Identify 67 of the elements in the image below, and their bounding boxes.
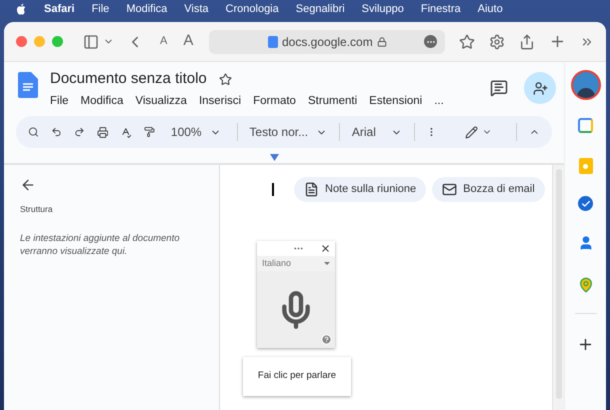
print-icon[interactable]	[96, 124, 108, 140]
menu-item[interactable]: ...	[434, 92, 444, 110]
style-dropdown[interactable]: Testo nor...	[249, 123, 328, 141]
redo-icon[interactable]	[74, 125, 85, 139]
bookmark-star-icon[interactable]	[459, 34, 475, 50]
menu-item[interactable]: Sviluppo	[362, 0, 404, 18]
search-icon[interactable]	[28, 125, 39, 139]
font-dropdown[interactable]: Arial	[352, 123, 402, 141]
text-larger-button[interactable]: A	[183, 30, 194, 53]
calendar-icon[interactable]	[578, 118, 593, 133]
menu-item[interactable]: Inserisci	[198, 92, 242, 110]
maps-icon[interactable]	[578, 277, 594, 293]
app-menu[interactable]: Safari	[44, 0, 75, 18]
lock-icon	[376, 36, 387, 46]
settings-icon[interactable]	[489, 34, 505, 50]
menu-item[interactable]: Modifica	[126, 0, 168, 18]
add-person-icon	[532, 80, 548, 96]
contacts-icon[interactable]	[578, 235, 594, 251]
menu-item[interactable]: Aiuto	[478, 0, 503, 18]
apple-logo-icon[interactable]	[16, 3, 27, 15]
sidebar-icon[interactable]	[83, 34, 99, 50]
microphone-button[interactable]	[257, 271, 335, 348]
zoom-dropdown[interactable]: 100%	[166, 123, 225, 141]
document-icon	[304, 182, 319, 197]
outline-empty-text: Le intestazioni aggiunte al documento verranno visualizzate qui.	[20, 232, 181, 258]
avatar-icon[interactable]	[570, 70, 600, 100]
menu-item[interactable]: Modifica	[80, 92, 124, 110]
menu-item[interactable]: Finestra	[420, 0, 461, 18]
menu-item[interactable]: Visualizza	[135, 92, 187, 110]
menu-item[interactable]: Estensioni	[369, 92, 422, 110]
share-button[interactable]	[524, 72, 556, 104]
document-title[interactable]: Documento senza titolo	[50, 68, 207, 90]
tasks-icon[interactable]	[578, 196, 593, 211]
editing-mode-button[interactable]	[465, 126, 492, 138]
back-arrow-icon[interactable]	[20, 177, 36, 193]
text-cursor	[272, 183, 274, 196]
language-dropdown[interactable]: Italiano	[257, 256, 335, 271]
add-icon[interactable]	[577, 336, 594, 353]
close-icon[interactable]	[320, 243, 331, 254]
undo-icon[interactable]	[50, 125, 62, 139]
menu-item[interactable]: File	[92, 0, 110, 18]
template-chip[interactable]: Bozza di email	[432, 177, 545, 202]
new-tab-icon[interactable]	[549, 33, 566, 50]
paint-format-icon[interactable]	[144, 125, 155, 139]
template-chip[interactable]: Note sulla riunione	[294, 177, 426, 202]
address-bar[interactable]: docs.google.com	[209, 30, 446, 54]
mail-icon	[442, 182, 458, 197]
menu-item[interactable]: Formato	[253, 92, 296, 110]
docs-logo-icon	[18, 72, 38, 98]
comments-icon[interactable]	[490, 79, 508, 97]
tooltip: Fai clic per parlare	[243, 357, 351, 396]
help-icon[interactable]	[321, 334, 332, 345]
menu-item[interactable]: Vista	[184, 0, 209, 18]
menu-item[interactable]: Cronologia	[226, 0, 279, 18]
menu-item[interactable]: File	[50, 92, 69, 110]
outline-title: Struttura	[20, 203, 54, 216]
share-icon[interactable]	[519, 34, 535, 50]
docs-favicon-icon	[268, 36, 278, 48]
ruler-marker-icon[interactable]	[270, 154, 279, 161]
text-smaller-button[interactable]: A	[160, 33, 168, 50]
menu-item[interactable]: Strumenti	[308, 92, 358, 110]
menu-item[interactable]: Segnalibri	[296, 0, 345, 18]
url-text: docs.google.com	[282, 34, 373, 50]
more-icon[interactable]	[424, 35, 438, 48]
close-window-button[interactable]	[16, 36, 27, 47]
star-icon[interactable]	[218, 72, 232, 86]
pencil-icon	[465, 126, 478, 138]
